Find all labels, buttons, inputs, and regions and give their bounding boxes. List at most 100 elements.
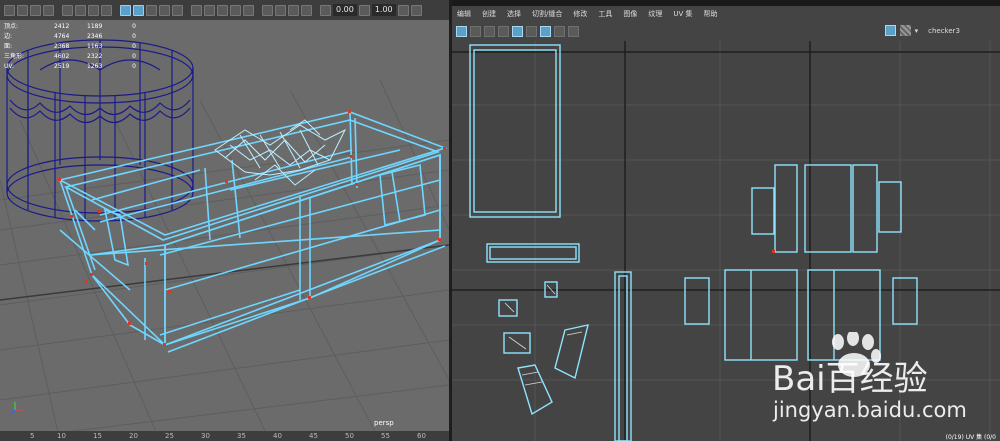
hud-label: 边: [4, 33, 13, 40]
film-gate-icon[interactable] [62, 4, 73, 16]
viewport-toolbar: 0.00 1.00 [0, 0, 449, 20]
baidu-paw-logo: Bai百经验 [772, 332, 928, 399]
menu-modify[interactable]: 修改 [573, 9, 587, 19]
uv-distortion-icon[interactable] [526, 26, 537, 37]
textured-icon[interactable] [159, 4, 170, 16]
isolate-select-icon[interactable] [262, 4, 273, 16]
checker-toggle-icon[interactable] [884, 25, 896, 36]
ruler-tick: 5 [30, 432, 35, 440]
ruler-tick: 50 [345, 432, 354, 440]
camera-label: persp [374, 419, 394, 427]
bookmark-icon[interactable] [17, 4, 28, 16]
hud-value: 0 [132, 43, 136, 50]
depth-of-field-icon[interactable] [243, 4, 254, 16]
texture-selector[interactable]: ▾ checker3 [884, 25, 960, 36]
ground-grid [0, 79, 449, 431]
view-axis-icon [10, 402, 23, 415]
wireframe-on-shaded-icon[interactable] [146, 4, 157, 16]
menu-select[interactable]: 选择 [507, 9, 521, 19]
hud-value: 1263 [87, 63, 103, 70]
hud-value: 1189 [87, 23, 103, 30]
hud-value: 2322 [87, 53, 103, 60]
watermark-url: jingyan.baidu.com [773, 398, 967, 422]
hud-value: 1163 [87, 43, 103, 50]
exposure-icon[interactable] [320, 4, 331, 16]
resolution-gate-icon[interactable] [75, 4, 86, 16]
hud-row-triangles: 三角形: 4602 2322 0 [4, 52, 136, 62]
perspective-viewport[interactable]: 0.00 1.00 顶点: 2412 1189 0 边: 4764 2346 0… [0, 0, 449, 441]
chevron-down-icon[interactable]: ▾ [915, 27, 919, 35]
exposure-field[interactable]: 0.00 [333, 4, 357, 16]
menu-textures[interactable]: UV 集 [673, 9, 692, 19]
hud-value: 0 [132, 23, 136, 30]
gate-mask-icon[interactable] [88, 4, 99, 16]
uv-shell-icon[interactable] [470, 26, 481, 37]
uv-menubar: 编辑 创建 选择 切割/缝合 修改 工具 图像 纹理 UV 集 帮助 [452, 6, 1000, 22]
camera-icon[interactable] [4, 4, 15, 16]
hud-value: 2368 [54, 43, 70, 50]
menu-view[interactable]: 图像 [623, 9, 637, 19]
smooth-shade-icon[interactable] [133, 4, 144, 16]
motion-blur-icon[interactable] [217, 4, 228, 16]
hud-row-faces: 面: 2368 1163 0 [4, 42, 136, 52]
uv-wireframe-icon[interactable] [498, 26, 509, 37]
gamma-field[interactable]: 1.00 [371, 4, 396, 16]
hud-value: 2519 [54, 63, 70, 70]
uv-image-icon[interactable] [540, 26, 551, 37]
hud-row-vertices: 顶点: 2412 1189 0 [4, 22, 136, 32]
vertex-markers [58, 110, 446, 346]
shadows-icon[interactable] [191, 4, 202, 16]
ruler-tick: 15 [93, 432, 102, 440]
uv-select-icon[interactable] [456, 26, 467, 37]
field-chart-icon[interactable] [101, 4, 112, 16]
uv-shade-icon[interactable] [484, 26, 495, 37]
hud-value: 4602 [54, 53, 70, 60]
hud-label: UV: [4, 63, 15, 70]
checker-pattern-icon[interactable] [899, 25, 911, 36]
watermark-logo-text: Bai百经验 [772, 359, 928, 399]
hud-value: 0 [132, 53, 136, 60]
ruler-tick: 45 [309, 432, 318, 440]
ruler-tick: 55 [381, 432, 390, 440]
uv-grid-icon[interactable] [512, 26, 523, 37]
wireframe-icon[interactable] [120, 4, 131, 16]
ruler-tick: 35 [237, 432, 246, 440]
menu-tools[interactable]: 工具 [598, 9, 612, 19]
hud-row-uvs: UV: 2519 1263 0 [4, 62, 136, 72]
time-ruler[interactable]: 5 10 15 20 25 30 35 40 45 50 55 60 [0, 431, 449, 441]
ruler-tick: 25 [165, 432, 174, 440]
hud-label: 三角形: [4, 53, 25, 60]
xray-icon[interactable] [275, 4, 286, 16]
menu-image[interactable]: 纹理 [648, 9, 662, 19]
menu-create[interactable]: 创建 [482, 9, 496, 19]
image-plane-icon[interactable] [30, 4, 41, 16]
backface-icon[interactable] [301, 4, 312, 16]
ruler-tick: 60 [417, 432, 426, 440]
viewport-scene [0, 39, 449, 431]
uv-snapshot-icon[interactable] [554, 26, 565, 37]
menu-edit[interactable]: 编辑 [457, 9, 471, 19]
ruler-tick: 20 [129, 432, 138, 440]
menu-uv-sets[interactable]: 帮助 [704, 9, 718, 19]
anti-aliasing-icon[interactable] [230, 4, 241, 16]
hud-value: 0 [132, 33, 136, 40]
menu-cut-sew[interactable]: 切割/缝合 [532, 9, 562, 19]
hud-label: 顶点: [4, 23, 19, 30]
color-management-icon[interactable] [397, 4, 409, 16]
dropdown-icon[interactable] [410, 4, 422, 16]
hud-label: 面: [4, 43, 13, 50]
hud-value: 2412 [54, 23, 70, 30]
poly-count-hud: 顶点: 2412 1189 0 边: 4764 2346 0 面: 2368 1… [4, 22, 136, 72]
uv-pivot-marker [772, 250, 775, 253]
grid-icon[interactable] [43, 4, 54, 16]
xray-joints-icon[interactable] [288, 4, 299, 16]
ruler-tick: 10 [57, 432, 66, 440]
ambient-occlusion-icon[interactable] [204, 4, 215, 16]
maya-workspace: 0.00 1.00 顶点: 2412 1189 0 边: 4764 2346 0… [0, 0, 1000, 441]
uv-camera-icon[interactable] [568, 26, 579, 37]
gamma-icon[interactable] [358, 4, 370, 16]
hud-row-edges: 边: 4764 2346 0 [4, 32, 136, 42]
hud-value: 2346 [87, 33, 103, 40]
hud-value: 4764 [54, 33, 70, 40]
lights-icon[interactable] [172, 4, 183, 16]
